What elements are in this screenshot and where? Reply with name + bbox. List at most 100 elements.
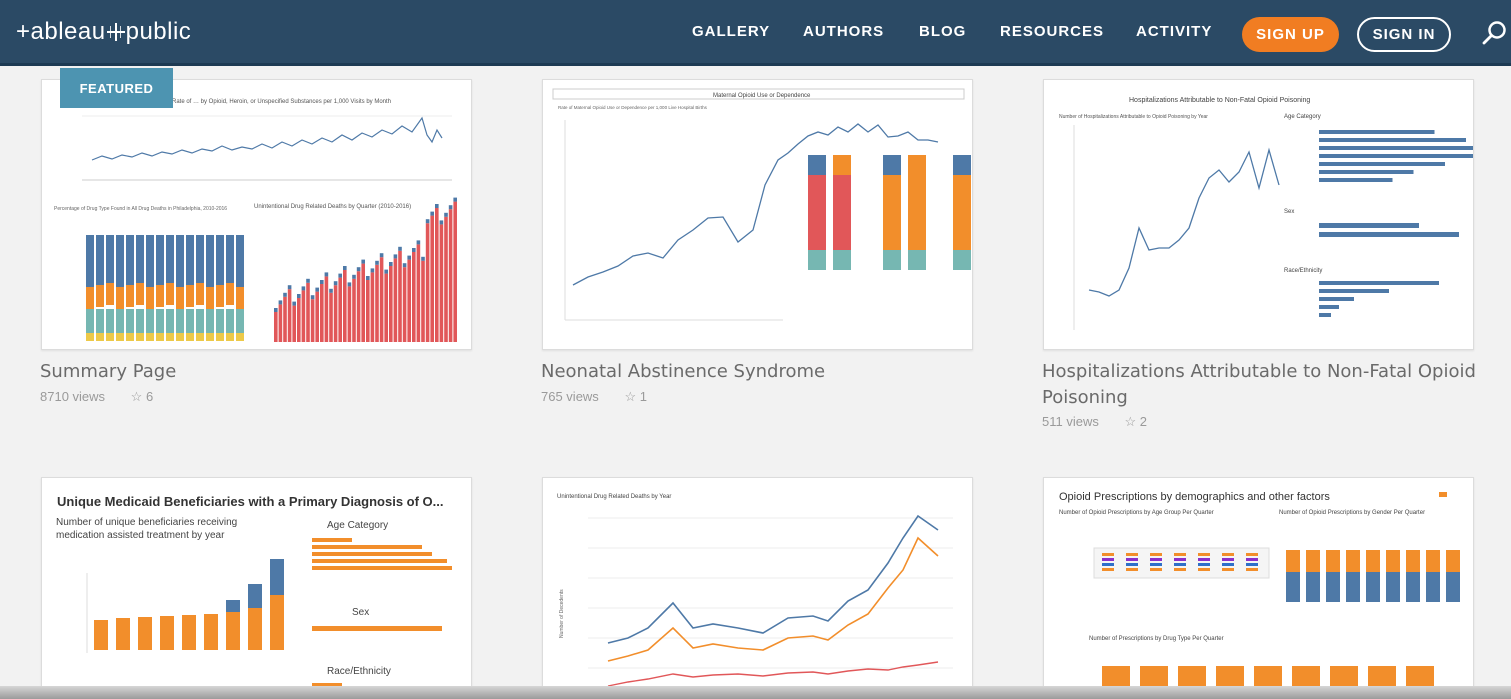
thumb-mark (182, 615, 196, 650)
thumb-mark (287, 285, 292, 290)
thumb-mark (833, 250, 851, 270)
thumb-mark (248, 584, 262, 608)
thumb-mark (1174, 558, 1186, 561)
thumb-mark (216, 235, 224, 287)
thumb-mark (310, 295, 315, 300)
sign-up-button[interactable]: SIGN UP (1242, 17, 1339, 52)
thumb-mark (116, 287, 124, 309)
thumb-mark (1254, 666, 1282, 686)
thumb-mark (1102, 666, 1130, 686)
chart-subtitle: Number of Hospitalizations Attributable … (1059, 114, 1208, 120)
page-bottom-shadow (0, 686, 1511, 699)
nav-authors[interactable]: AUTHORS (803, 20, 884, 44)
thumb-mark (389, 262, 393, 266)
thumb-mark (1446, 550, 1460, 572)
thumb-mark (270, 595, 284, 650)
chart-title: Percentage of Drug Type Found in All Dru… (54, 206, 227, 212)
thumb-mark (156, 333, 164, 341)
thumb-mark (138, 617, 152, 650)
thumb-mark (343, 266, 347, 270)
thumb-mark (1306, 572, 1320, 602)
nav-gallery[interactable]: GALLERY (692, 20, 770, 44)
chart-subtitle: Number of unique beneficiaries receiving… (56, 517, 238, 541)
thumb-mark (908, 155, 926, 175)
thumb-mark (96, 309, 104, 333)
tableau-public-logo[interactable]: +ableau public (16, 17, 191, 47)
view-count: 765 views (541, 389, 599, 404)
thumb-mark (347, 282, 352, 287)
thumb-mark (1246, 558, 1258, 561)
viz-thumbnail[interactable]: Maternal Opioid Use or Dependence Rate o… (542, 79, 973, 350)
thumb-mark (1426, 550, 1440, 572)
thumb-mark (136, 235, 144, 287)
thumb-mark (1426, 572, 1440, 602)
thumb-mark (216, 285, 224, 307)
thumb-mark (312, 545, 422, 549)
viz-title[interactable]: Hospitalizations Attributable to Non-Fat… (1042, 359, 1482, 411)
thumb-mark (248, 608, 262, 650)
viz-thumbnail[interactable]: Rate of … by Opioid, Heroin, or Unspecif… (41, 79, 472, 350)
thumb-mark (315, 287, 319, 292)
thumb-mark (166, 309, 174, 333)
thumb-mark (126, 285, 134, 307)
viz-title[interactable]: Neonatal Abstinence Syndrome (541, 359, 971, 385)
nav-blog[interactable]: BLOG (919, 20, 966, 44)
thumb-mark (1319, 146, 1473, 150)
thumb-mark (398, 246, 402, 251)
viz-thumbnail[interactable]: Hospitalizations Attributable to Non-Fat… (1043, 79, 1474, 350)
viz-thumbnail[interactable]: Opioid Prescriptions by demographics and… (1043, 477, 1474, 699)
favorite-count[interactable]: ☆ 1 (624, 389, 647, 404)
thumb-mark (1368, 666, 1396, 686)
thumb-mark (136, 309, 144, 333)
viz-thumbnail[interactable]: Unintentional Drug Related Deaths by Yea… (542, 477, 973, 699)
thumb-mark (306, 282, 310, 342)
thumb-mark (352, 274, 356, 279)
chart-title: Maternal Opioid Use or Dependence (713, 93, 811, 99)
thumb-mark (312, 538, 352, 542)
thumb-mark (236, 287, 244, 309)
thumb-mark (216, 309, 224, 333)
thumb-mark (297, 298, 301, 342)
favorite-count[interactable]: ☆ 6 (131, 389, 154, 404)
thumb-mark (106, 235, 114, 287)
sign-in-button[interactable]: SIGN IN (1357, 17, 1451, 52)
thumb-mark (1406, 572, 1420, 602)
thumb-mark (176, 309, 184, 333)
nav-resources[interactable]: RESOURCES (1000, 20, 1104, 44)
thumb-mark (375, 264, 379, 342)
viz-thumbnail[interactable]: Unique Medicaid Beneficiaries with a Pri… (41, 477, 472, 699)
thumb-mark (402, 267, 407, 342)
thumb-mark (226, 235, 234, 287)
thumb-mark (226, 309, 234, 333)
thumb-mark (1246, 553, 1258, 556)
thumb-mark (292, 301, 296, 306)
thumb-mark (439, 224, 444, 342)
thumb-mark (1140, 666, 1168, 686)
thumb-mark (136, 283, 144, 305)
thumb-mark (116, 309, 124, 333)
thumb-mark (1222, 558, 1234, 561)
favorite-count[interactable]: ☆ 2 (1124, 414, 1147, 429)
viz-title[interactable]: Summary Page (40, 359, 460, 385)
nav-activity[interactable]: ACTIVITY (1136, 20, 1212, 44)
thumb-mark (116, 235, 124, 287)
thumb-mark (236, 309, 244, 333)
thumb-mark (96, 235, 104, 287)
thumb-mark (1102, 553, 1114, 556)
thumb-mark (106, 309, 114, 333)
thumb-mark (306, 278, 310, 283)
thumb-mark (425, 223, 430, 342)
thumb-mark (312, 566, 452, 570)
thumb-mark (126, 333, 134, 341)
thumb-mark (453, 197, 457, 202)
thumb-mark (176, 287, 184, 309)
search-icon[interactable] (1482, 20, 1508, 46)
thumb-mark (435, 208, 439, 342)
thumb-mark (808, 175, 826, 250)
chart-subtitle: Number of Opioid Prescriptions by Age Gr… (1059, 510, 1214, 516)
thumb-mark (356, 271, 361, 342)
thumb-mark (1102, 568, 1114, 571)
thumb-mark (1366, 572, 1380, 602)
thumb-mark (236, 333, 244, 341)
thumb-mark (356, 267, 361, 272)
